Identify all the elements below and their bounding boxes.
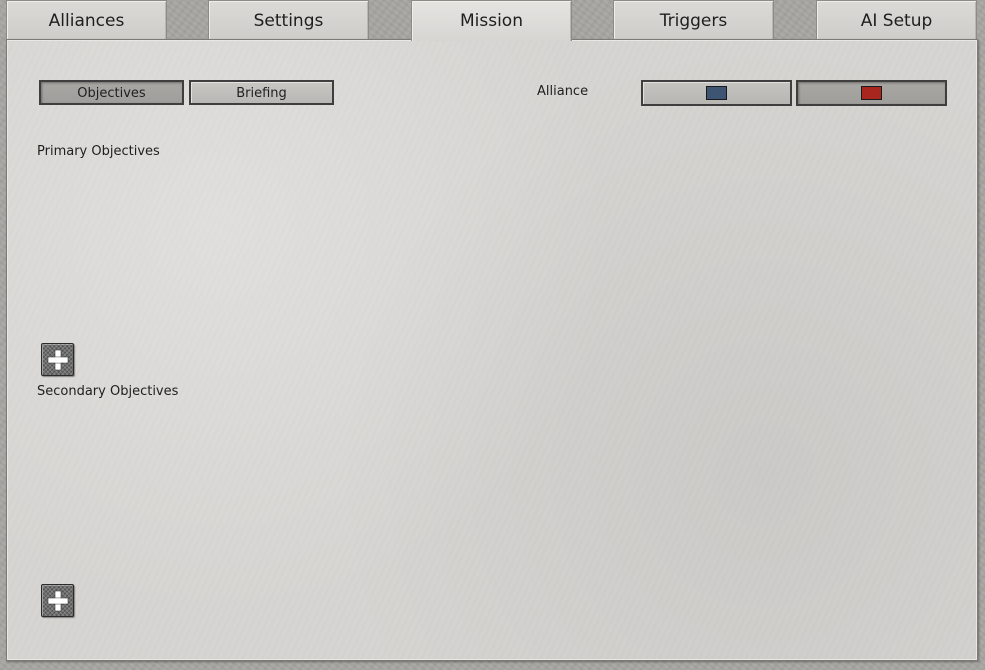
alliance-red-button[interactable] bbox=[796, 80, 947, 106]
primary-objectives-list bbox=[37, 164, 947, 339]
briefing-button[interactable]: Briefing bbox=[189, 80, 334, 105]
plus-icon bbox=[47, 349, 69, 371]
tab-alliances[interactable]: Alliances bbox=[6, 0, 167, 39]
red-team-swatch bbox=[861, 86, 882, 100]
plus-icon bbox=[47, 590, 69, 612]
alliance-label: Alliance bbox=[537, 84, 589, 99]
tab-triggers[interactable]: Triggers bbox=[613, 0, 774, 39]
secondary-objectives-title: Secondary Objectives bbox=[37, 384, 179, 399]
tab-mission[interactable]: Mission bbox=[411, 0, 572, 41]
objectives-button[interactable]: Objectives bbox=[39, 80, 184, 105]
alliance-blue-button[interactable] bbox=[641, 80, 792, 106]
add-primary-objective-button[interactable] bbox=[41, 343, 74, 376]
blue-team-swatch bbox=[706, 86, 727, 100]
primary-objectives-title: Primary Objectives bbox=[37, 144, 160, 159]
secondary-objectives-list bbox=[37, 404, 947, 579]
tab-settings[interactable]: Settings bbox=[208, 0, 369, 39]
add-secondary-objective-button[interactable] bbox=[41, 584, 74, 617]
tab-ai-setup[interactable]: AI Setup bbox=[816, 0, 977, 39]
mission-panel: Objectives Briefing Alliance Primary Obj… bbox=[6, 39, 978, 661]
tab-bar: Alliances Settings Mission Triggers AI S… bbox=[0, 0, 985, 41]
